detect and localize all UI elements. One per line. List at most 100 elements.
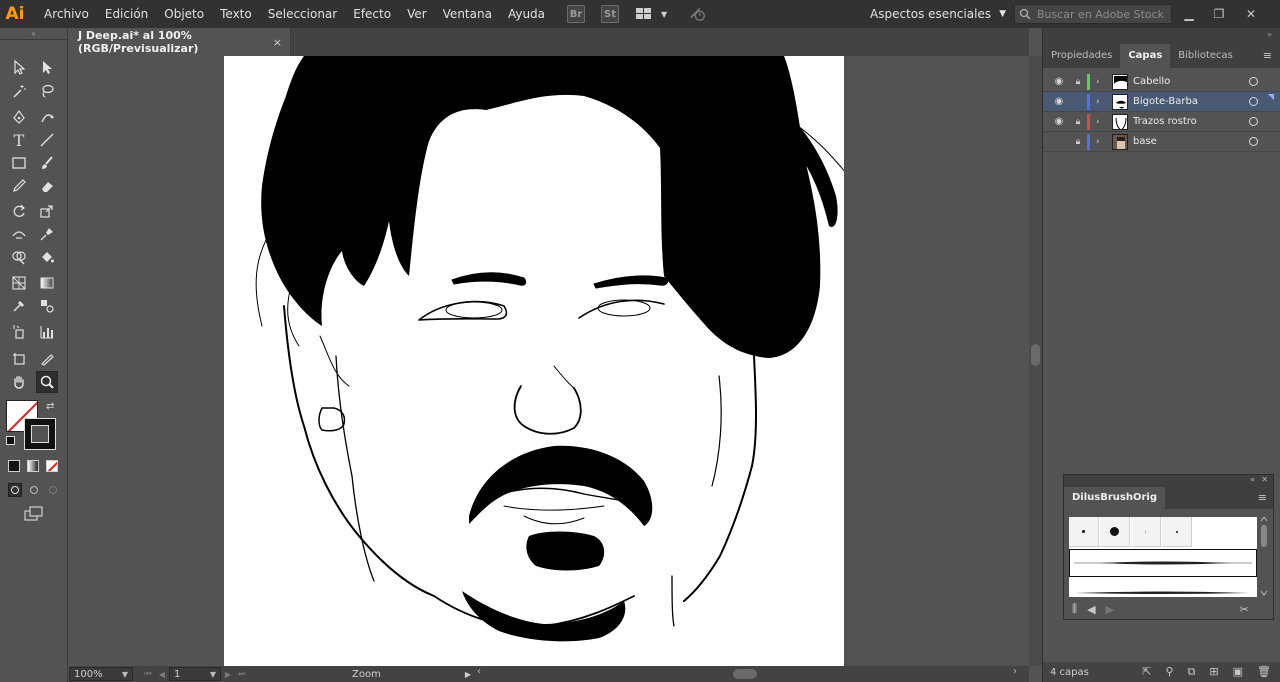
arrange-documents-icon[interactable] — [635, 5, 653, 23]
panel-menu-icon[interactable]: ≡ — [1263, 49, 1272, 62]
width-tool-icon[interactable] — [8, 223, 30, 245]
zoom-tool-icon[interactable] — [36, 371, 58, 393]
panel-menu-icon[interactable]: ≡ — [1258, 491, 1267, 504]
visibility-eye-icon[interactable]: ◉ — [1049, 116, 1069, 127]
gradient-tool-icon[interactable] — [36, 272, 58, 294]
export-icon[interactable]: ⇱ — [1142, 665, 1151, 679]
last-artboard-icon[interactable]: ⏭ — [235, 669, 249, 679]
eraser-tool-icon[interactable] — [36, 175, 58, 197]
chevron-down-icon[interactable]: ▼ — [655, 5, 673, 23]
menu-edicion[interactable]: Edición — [97, 0, 156, 28]
symbol-sprayer-tool-icon[interactable] — [8, 321, 30, 343]
close-document-icon[interactable]: × — [273, 36, 282, 49]
layer-name[interactable]: Trazos rostro — [1133, 116, 1249, 127]
expand-chevron-icon[interactable]: › — [1096, 137, 1108, 147]
layer-name[interactable]: Cabello — [1133, 76, 1249, 87]
layer-name[interactable]: Bigote-Barba — [1133, 96, 1249, 107]
menu-archivo[interactable]: Archivo — [36, 0, 97, 28]
restore-button[interactable]: ❐ — [1204, 0, 1234, 28]
brush-stroke-selected[interactable] — [1069, 549, 1257, 577]
close-panel-icon[interactable]: ✕ — [1261, 475, 1268, 484]
brush-stroke[interactable] — [1069, 579, 1257, 597]
none-mode-icon[interactable] — [46, 460, 58, 472]
layer-target-icon[interactable] — [1249, 137, 1258, 146]
draw-behind-icon[interactable] — [27, 483, 41, 497]
menu-texto[interactable]: Texto — [212, 0, 260, 28]
previous-library-icon[interactable]: ◀ — [1087, 603, 1095, 616]
layer-row-base[interactable]: 🔒︎ › base — [1043, 132, 1280, 152]
layer-row-bigote-barba[interactable]: ◉ › Bigote-Barba — [1043, 92, 1280, 112]
pen-tool-icon[interactable] — [8, 106, 30, 128]
canvas-area[interactable] — [69, 56, 1029, 666]
scroll-right-icon[interactable]: › — [1013, 666, 1017, 677]
horizontal-scroll-thumb[interactable] — [733, 669, 757, 679]
artboard-number-field[interactable]: 1 ▼ — [169, 667, 221, 681]
horizontal-scrollbar[interactable]: ‹ › — [477, 666, 1017, 680]
toolbar-grip[interactable]: « — [0, 28, 67, 40]
brush-swatch[interactable] — [1131, 517, 1161, 547]
selection-tool-icon[interactable] — [8, 56, 30, 78]
rectangle-tool-icon[interactable] — [8, 152, 30, 174]
direct-selection-tool-icon[interactable] — [36, 56, 58, 78]
paintbrush-tool-icon[interactable] — [36, 152, 58, 174]
brush-libraries-menu-icon[interactable]: ⫼ — [1072, 602, 1077, 616]
eyedropper-tool-icon[interactable] — [8, 295, 30, 317]
slice-tool-icon[interactable] — [36, 348, 58, 370]
bridge-icon[interactable]: Br — [567, 5, 586, 23]
menu-ayuda[interactable]: Ayuda — [500, 0, 553, 28]
visibility-eye-icon[interactable]: ◉ — [1049, 96, 1069, 107]
brush-swatch[interactable] — [1069, 517, 1099, 547]
status-menu-arrow-icon[interactable]: ▶ — [461, 670, 475, 679]
locate-object-icon[interactable]: ⚲ — [1165, 665, 1173, 679]
menu-ver[interactable]: Ver — [399, 0, 435, 28]
pencil-tool-icon[interactable] — [8, 175, 30, 197]
workspace-switcher[interactable]: Aspectos esenciales ▼ — [870, 0, 1006, 28]
draw-normal-icon[interactable] — [8, 483, 22, 497]
lasso-tool-icon[interactable] — [36, 80, 58, 102]
layer-row-trazos-rostro[interactable]: ◉ 🔒︎ › Trazos rostro — [1043, 112, 1280, 132]
panel-collapse-icon[interactable]: « — [1250, 475, 1255, 484]
minimize-button[interactable]: ▁ — [1174, 0, 1204, 28]
tab-brush-library[interactable]: DilusBrushOrig — [1064, 487, 1165, 509]
face-illustration[interactable] — [224, 56, 844, 666]
layer-target-icon[interactable] — [1249, 117, 1258, 126]
tab-bibliotecas[interactable]: Bibliotecas — [1170, 44, 1241, 68]
next-artboard-icon[interactable]: ▶ — [221, 670, 235, 679]
column-graph-tool-icon[interactable] — [36, 321, 58, 343]
new-sublayer-icon[interactable]: ⊞ — [1209, 665, 1218, 679]
trash-icon[interactable]: 🗑︎ — [1257, 665, 1271, 679]
document-tab[interactable]: J Deep.ai* al 100% (RGB/Previsualizar) × — [69, 28, 291, 56]
next-library-icon[interactable]: ▶ — [1106, 603, 1114, 616]
curvature-tool-icon[interactable] — [36, 106, 58, 128]
magic-wand-tool-icon[interactable] — [8, 80, 30, 102]
artboard[interactable] — [224, 56, 844, 666]
layer-row-cabello[interactable]: ◉ 🔒︎ › Cabello — [1043, 72, 1280, 92]
brush-swatch[interactable] — [1162, 517, 1192, 547]
gpu-performance-icon[interactable] — [689, 5, 707, 23]
close-window-button[interactable]: ✕ — [1236, 0, 1266, 28]
menu-efecto[interactable]: Efecto — [345, 0, 399, 28]
zoom-level-field[interactable]: 100% ▼ — [69, 667, 133, 681]
line-tool-icon[interactable] — [36, 129, 58, 151]
expand-chevron-icon[interactable]: › — [1096, 97, 1108, 107]
perspective-grid-tool-icon[interactable] — [8, 272, 30, 294]
artboard-tool-icon[interactable] — [8, 348, 30, 370]
type-tool-icon[interactable]: T — [8, 129, 30, 151]
gradient-mode-icon[interactable] — [27, 460, 39, 472]
lock-icon[interactable]: 🔒︎ — [1069, 137, 1087, 147]
brush-scrollbar[interactable] — [1259, 516, 1269, 597]
color-mode-icon[interactable] — [8, 460, 20, 472]
shape-builder-tool-icon[interactable] — [8, 246, 30, 268]
visibility-eye-icon[interactable]: ◉ — [1049, 76, 1069, 87]
rotate-tool-icon[interactable] — [8, 200, 30, 222]
puppet-warp-tool-icon[interactable] — [36, 223, 58, 245]
screen-mode-icon[interactable] — [24, 506, 44, 525]
menu-objeto[interactable]: Objeto — [156, 0, 212, 28]
swap-fill-stroke-icon[interactable]: ⇄ — [46, 401, 54, 412]
blend-tool-icon[interactable] — [36, 295, 58, 317]
first-artboard-icon[interactable]: ⏮ — [141, 669, 155, 679]
lock-icon[interactable]: 🔒︎ — [1069, 77, 1087, 87]
new-layer-icon[interactable]: ▣ — [1233, 665, 1243, 679]
expand-chevron-icon[interactable]: › — [1096, 77, 1108, 87]
tab-capas[interactable]: Capas — [1120, 44, 1171, 68]
